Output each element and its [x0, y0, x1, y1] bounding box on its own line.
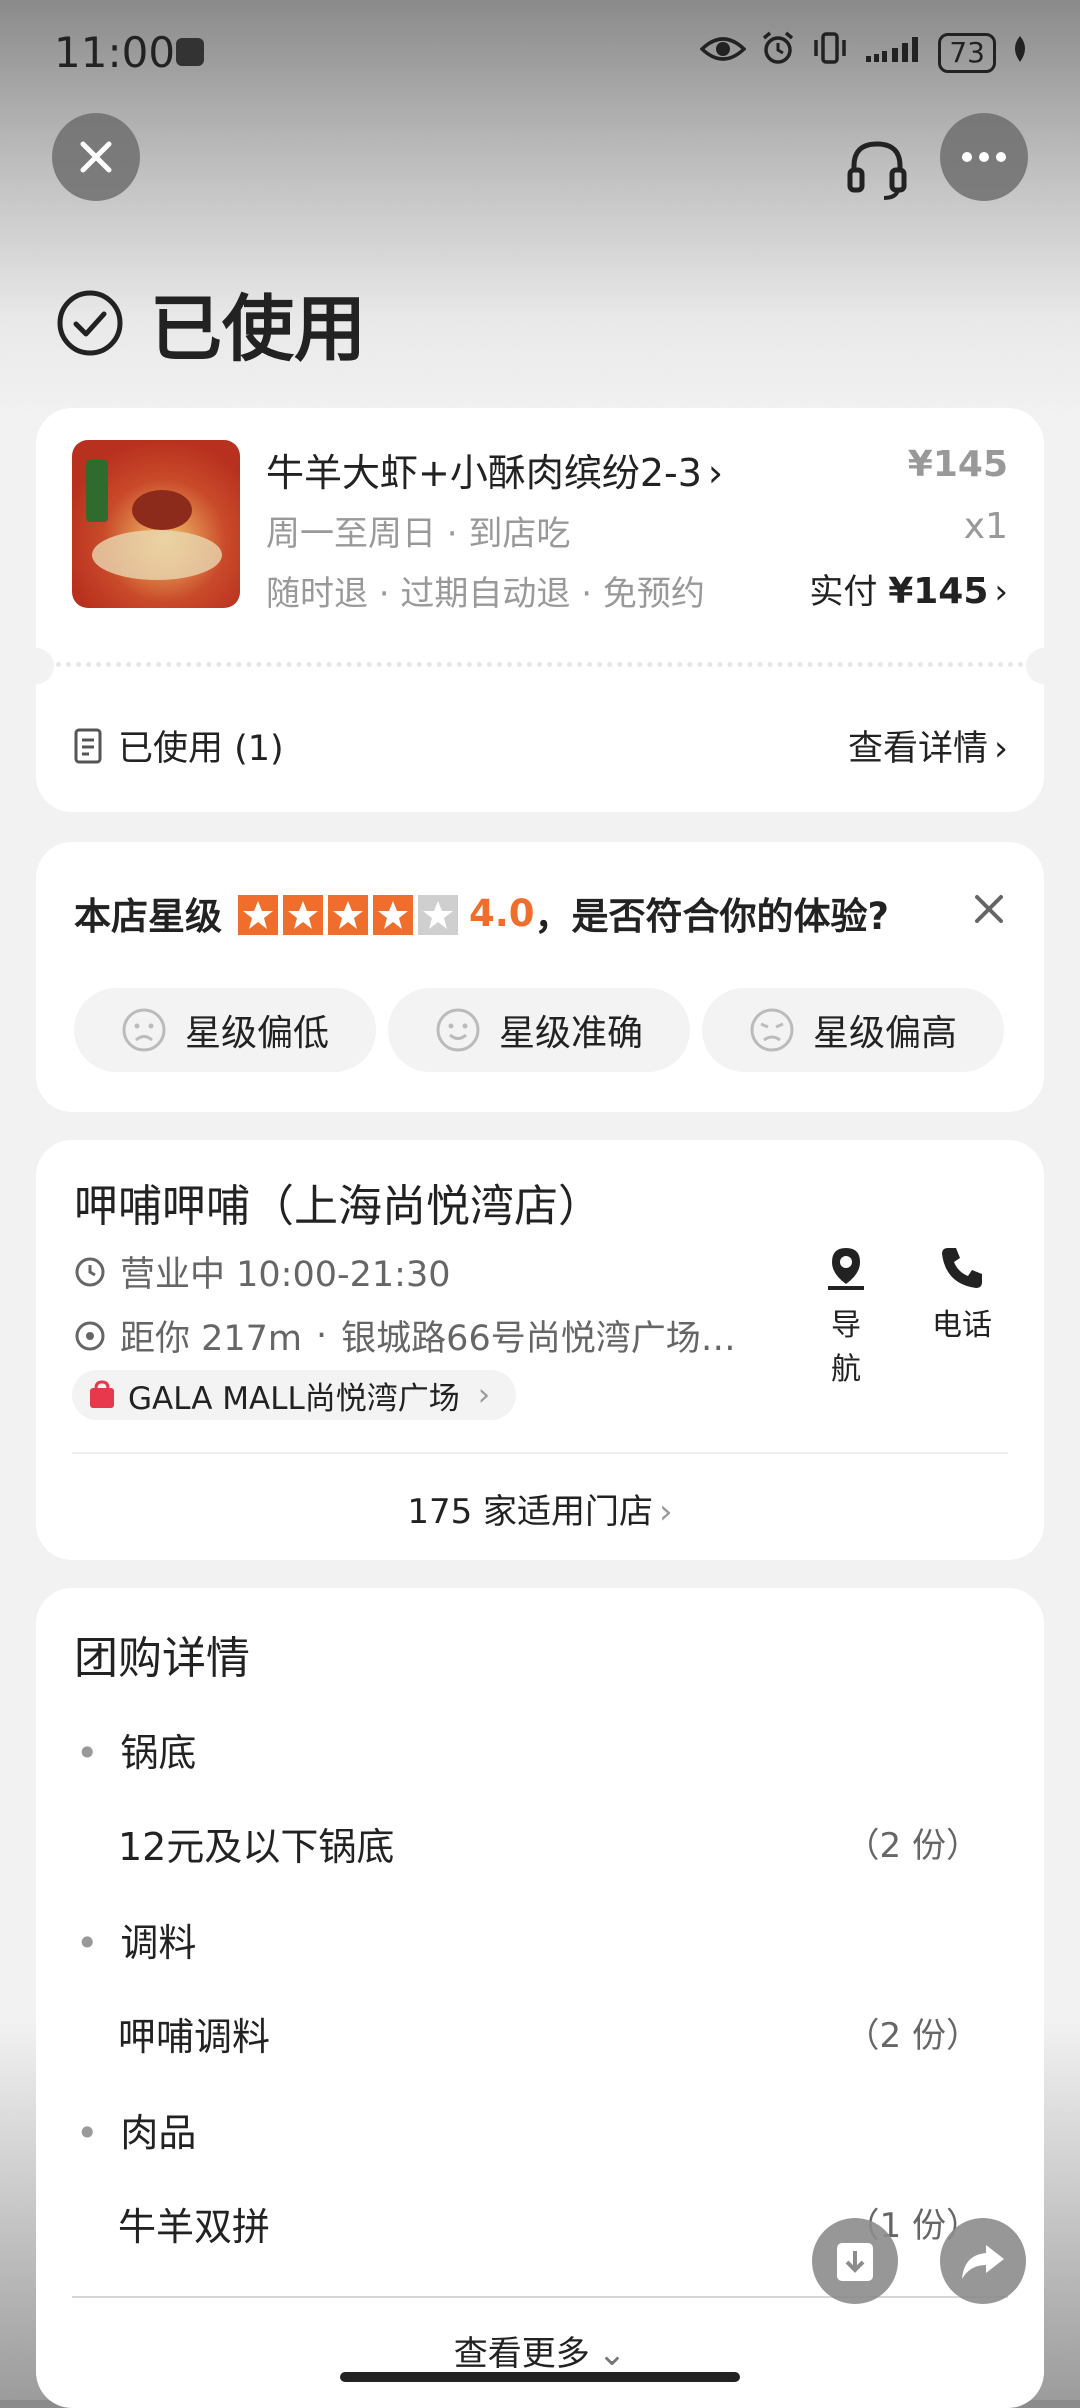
rating-accurate-button[interactable]: 星级准确 — [388, 988, 690, 1072]
frown-face-icon — [750, 1008, 794, 1052]
check-circle-icon — [57, 290, 123, 355]
view-more-link[interactable]: 查看更多 ⌄ — [36, 2326, 1044, 2375]
call-button[interactable]: 电话 — [932, 1244, 992, 1344]
smile-face-icon — [436, 1008, 480, 1052]
star-icon — [373, 894, 413, 935]
rating-question: 本店星级 4.0 ，是否符合你的体验? — [74, 891, 890, 939]
save-image-button[interactable] — [812, 2218, 898, 2304]
deal-item-name: 呷哺调料 — [118, 2015, 271, 2059]
navigation-icon — [828, 1248, 864, 1290]
deal-section-title: 调料 — [76, 1912, 196, 1967]
chevron-right-icon: › — [477, 1377, 491, 1413]
product-name[interactable]: 牛羊大虾+小酥肉缤纷2-3 › — [266, 442, 723, 497]
customer-service-button[interactable] — [844, 136, 910, 206]
rating-low-button[interactable]: 星级偏低 — [74, 988, 376, 1072]
sad-face-icon — [122, 1008, 166, 1052]
store-location[interactable]: 距你 217m · 银城路66号尚悦湾广场… — [74, 1310, 736, 1361]
status-time: 11:00 — [54, 28, 176, 77]
deal-section-title: 锅底 — [76, 1722, 196, 1777]
rating-score: 4.0 — [469, 891, 535, 935]
close-icon — [80, 141, 112, 173]
signal-icon — [864, 33, 924, 73]
quantity: x1 — [963, 506, 1008, 547]
order-status-header: 已使用 — [56, 270, 366, 375]
divider-notch-right — [1026, 648, 1062, 684]
share-icon — [962, 2245, 1004, 2279]
status-app-icon — [176, 38, 204, 66]
more-button[interactable] — [940, 113, 1028, 201]
location-pin-icon — [75, 1321, 105, 1350]
chevron-down-icon: ⌄ — [597, 2334, 627, 2374]
chevron-right-icon: › — [994, 729, 1008, 769]
chevron-right-icon: › — [994, 572, 1008, 612]
headset-icon — [847, 141, 907, 200]
star-icon — [238, 894, 278, 935]
page-title: 已使用 — [150, 287, 367, 371]
more-icon — [962, 152, 1006, 162]
battery-indicator: 73 — [938, 32, 996, 73]
order-card: 牛羊大虾+小酥肉缤纷2-3 › ¥145 周一至周日 · 到店吃 x1 随时退 ·… — [18, 408, 1062, 812]
rating-high-button[interactable]: 星级偏高 — [702, 988, 1004, 1072]
deal-item-quantity: （2 份） — [845, 2016, 980, 2056]
dismiss-rating-button[interactable] — [974, 894, 1004, 928]
share-button[interactable] — [940, 2218, 1026, 2304]
mall-chip[interactable]: GALA MALL尚悦湾广场 › — [72, 1370, 517, 1420]
ticket-divider — [56, 662, 1024, 667]
chevron-right-icon: › — [659, 1492, 673, 1532]
clock-icon — [75, 1257, 105, 1286]
deal-section-title: 肉品 — [76, 2102, 196, 2157]
shopping-bag-icon — [90, 1380, 114, 1408]
phone-icon — [942, 1248, 982, 1288]
store-hours: 营业中 10:00-21:30 — [74, 1246, 450, 1297]
eye-icon — [699, 33, 747, 73]
store-divider — [72, 1452, 1008, 1454]
deal-item-name: 12元及以下锅底 — [118, 1825, 395, 1869]
usage-info: 周一至周日 · 到店吃 — [266, 514, 571, 554]
receipt-icon — [74, 728, 102, 763]
alarm-icon — [760, 30, 796, 75]
product-price: ¥145 — [907, 444, 1008, 485]
applicable-stores-link[interactable]: 175 家适用门店 › — [36, 1484, 1044, 1533]
chevron-right-icon: › — [707, 451, 724, 495]
paid-amount-link[interactable]: 实付 ¥145 › — [809, 564, 1008, 613]
navigate-button[interactable]: 导航 — [818, 1244, 874, 1388]
deal-item-quantity: （2 份） — [845, 1826, 980, 1866]
home-indicator — [340, 2372, 740, 2382]
product-image[interactable] — [72, 440, 240, 608]
refund-policy: 随时退 · 过期自动退 · 免预约 — [266, 574, 705, 614]
vibrate-icon — [810, 31, 850, 74]
download-icon — [837, 2243, 873, 2281]
deal-item-name: 牛羊双拼 — [118, 2205, 271, 2249]
leaf-icon — [1010, 33, 1030, 73]
status-icons: 73 — [699, 30, 1030, 75]
divider-notch-left — [18, 648, 54, 684]
star-rating — [238, 891, 463, 935]
star-icon — [328, 894, 368, 935]
close-icon — [975, 895, 1003, 923]
deal-details-card — [36, 1588, 1044, 2408]
star-icon — [283, 894, 323, 935]
store-name[interactable]: 呷哺呷哺（上海尚悦湾店） — [74, 1170, 602, 1234]
close-button[interactable] — [52, 113, 140, 201]
deal-title: 团购详情 — [74, 1633, 250, 1684]
used-status: 已使用 (1) — [74, 720, 284, 771]
star-icon — [418, 894, 458, 935]
view-details-link[interactable]: 查看详情 › — [848, 720, 1008, 771]
